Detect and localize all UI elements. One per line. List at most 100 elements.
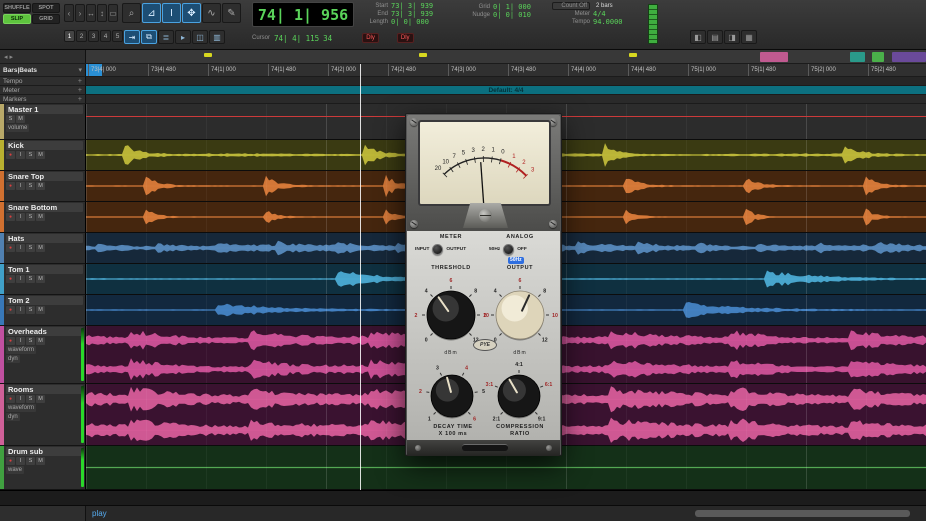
- trim-tool[interactable]: ⊿: [142, 3, 161, 23]
- solo-button[interactable]: S: [26, 306, 35, 314]
- rec-button[interactable]: ●: [6, 213, 15, 221]
- track-header-snare-bottom[interactable]: Snare Bottom●ISM: [0, 202, 86, 233]
- solo-button[interactable]: S: [26, 457, 35, 465]
- tempo-value[interactable]: 94.0000: [593, 18, 623, 26]
- track-header-hats[interactable]: Hats●ISM: [0, 233, 86, 264]
- input-button[interactable]: I: [16, 182, 25, 190]
- track-view-selector[interactable]: waveform: [6, 404, 36, 412]
- grid-value[interactable]: 0| 1| 000: [493, 3, 531, 11]
- mirrored-midi-icon[interactable]: ◫: [192, 30, 208, 44]
- edit-mode-slip[interactable]: SLIP: [3, 14, 31, 24]
- tempo-ruler[interactable]: [86, 77, 926, 86]
- analog-mode-switch[interactable]: [503, 244, 514, 255]
- meter-value[interactable]: 4/4: [593, 10, 606, 18]
- mute-button[interactable]: M: [36, 213, 45, 221]
- track-header-drum-sub[interactable]: Drum sub●ISMwave: [0, 446, 86, 490]
- track-header-master-1[interactable]: Master 1SMvolume: [0, 104, 86, 140]
- add-tempo-icon[interactable]: +: [78, 78, 82, 85]
- meter-ruler[interactable]: Default: 4/4: [86, 86, 926, 95]
- track-name[interactable]: Rooms: [6, 385, 83, 394]
- mute-button[interactable]: M: [36, 244, 45, 252]
- input-button[interactable]: I: [16, 213, 25, 221]
- markers-ruler[interactable]: [86, 95, 926, 104]
- delay-compensation-indicator[interactable]: Dly: [397, 33, 414, 43]
- scroll-left-icon[interactable]: ◂: [4, 53, 8, 61]
- edit-window-views-icon[interactable]: ◧: [690, 30, 706, 44]
- track-view-selector[interactable]: waveform: [6, 346, 36, 354]
- mute-button[interactable]: M: [36, 395, 45, 403]
- zoom-audio-icon[interactable]: ▭: [108, 4, 118, 22]
- solo-button[interactable]: S: [26, 395, 35, 403]
- zoom-preset-5[interactable]: 5: [112, 30, 123, 42]
- solo-button[interactable]: S: [6, 115, 15, 123]
- track-view-selector[interactable]: volume: [6, 124, 29, 132]
- length-value[interactable]: 0| 0| 000: [391, 18, 429, 26]
- mute-button[interactable]: M: [36, 337, 45, 345]
- input-button[interactable]: I: [16, 395, 25, 403]
- input-button[interactable]: I: [16, 151, 25, 159]
- add-meter-icon[interactable]: +: [78, 87, 82, 94]
- mute-button[interactable]: M: [36, 457, 45, 465]
- edit-mode-shuffle[interactable]: SHUFFLE: [3, 3, 31, 13]
- chevron-down-icon[interactable]: ▾: [78, 66, 82, 74]
- zoom-in-icon[interactable]: ›: [75, 4, 85, 22]
- rec-button[interactable]: ●: [6, 395, 15, 403]
- grabber-tool[interactable]: ✥: [182, 3, 201, 23]
- link-timeline-edit-icon[interactable]: ⧉: [141, 30, 157, 44]
- track-name[interactable]: Overheads: [6, 327, 83, 336]
- input-button[interactable]: I: [16, 275, 25, 283]
- rec-button[interactable]: ●: [6, 275, 15, 283]
- zoom-horizontal-icon[interactable]: ↔: [86, 4, 96, 22]
- delay-compensation-indicator[interactable]: Dly: [362, 33, 379, 43]
- universe-overview[interactable]: [86, 50, 926, 63]
- compressor-plugin-window[interactable]: 2010753210123 METER ANALOG INPUT OUTPUT …: [405, 113, 562, 456]
- track-list-icon[interactable]: ◨: [724, 30, 740, 44]
- solo-button[interactable]: S: [26, 337, 35, 345]
- selector-tool[interactable]: I: [162, 3, 181, 23]
- solo-button[interactable]: S: [26, 213, 35, 221]
- zoom-preset-1[interactable]: 1: [64, 30, 75, 42]
- track-name[interactable]: Master 1: [6, 105, 83, 114]
- track-name[interactable]: Tom 1: [6, 265, 83, 274]
- zoom-preset-3[interactable]: 3: [88, 30, 99, 42]
- bars-ruler-header[interactable]: Bars|Beats▾: [0, 64, 86, 77]
- zoom-preset-2[interactable]: 2: [76, 30, 87, 42]
- mute-button[interactable]: M: [36, 151, 45, 159]
- zoom-vertical-icon[interactable]: ↕: [97, 4, 107, 22]
- input-button[interactable]: I: [16, 244, 25, 252]
- rec-button[interactable]: ●: [6, 151, 15, 159]
- track-header-tom-2[interactable]: Tom 2●ISM: [0, 295, 86, 326]
- nudge-value[interactable]: 0| 0| 010: [493, 11, 531, 19]
- solo-button[interactable]: S: [26, 182, 35, 190]
- track-name[interactable]: Kick: [6, 141, 83, 150]
- zoom-out-icon[interactable]: ‹: [64, 4, 74, 22]
- automation-follows-edit-icon[interactable]: ▥: [209, 30, 225, 44]
- link-track-edit-icon[interactable]: ≣: [158, 30, 174, 44]
- scrubber-tool[interactable]: ∿: [202, 3, 221, 23]
- horizontal-scrollbar-thumb[interactable]: [695, 510, 910, 517]
- track-name[interactable]: Snare Bottom: [6, 203, 83, 212]
- mute-button[interactable]: M: [36, 182, 45, 190]
- main-counter[interactable]: 74| 1| 956: [252, 2, 354, 27]
- insertion-follows-playback-icon[interactable]: ▸: [175, 30, 191, 44]
- count-off-button[interactable]: Count Off: [552, 2, 590, 10]
- meter-ruler-header[interactable]: Meter+: [0, 86, 86, 95]
- edit-mode-spot[interactable]: SPOT: [32, 3, 60, 13]
- track-header-rooms[interactable]: Rooms●ISMwaveformdyn: [0, 384, 86, 446]
- add-marker-icon[interactable]: +: [78, 96, 82, 103]
- track-view-selector[interactable]: wave: [6, 466, 24, 474]
- track-header-kick[interactable]: Kick●ISM: [0, 140, 86, 171]
- rec-button[interactable]: ●: [6, 182, 15, 190]
- end-value[interactable]: 73| 3| 939: [391, 10, 433, 18]
- zoom-preset-4[interactable]: 4: [100, 30, 111, 42]
- track-header-overheads[interactable]: Overheads●ISMwaveformdyn: [0, 326, 86, 384]
- markers-ruler-header[interactable]: Markers+: [0, 95, 86, 104]
- track-header-tom-1[interactable]: Tom 1●ISM: [0, 264, 86, 295]
- track-name[interactable]: Snare Top: [6, 172, 83, 181]
- edit-mode-grid[interactable]: GRID: [32, 14, 60, 24]
- track-header-snare-top[interactable]: Snare Top●ISM: [0, 171, 86, 202]
- input-button[interactable]: I: [16, 457, 25, 465]
- rec-button[interactable]: ●: [6, 244, 15, 252]
- meter-source-switch[interactable]: [432, 244, 443, 255]
- mute-button[interactable]: M: [16, 115, 25, 123]
